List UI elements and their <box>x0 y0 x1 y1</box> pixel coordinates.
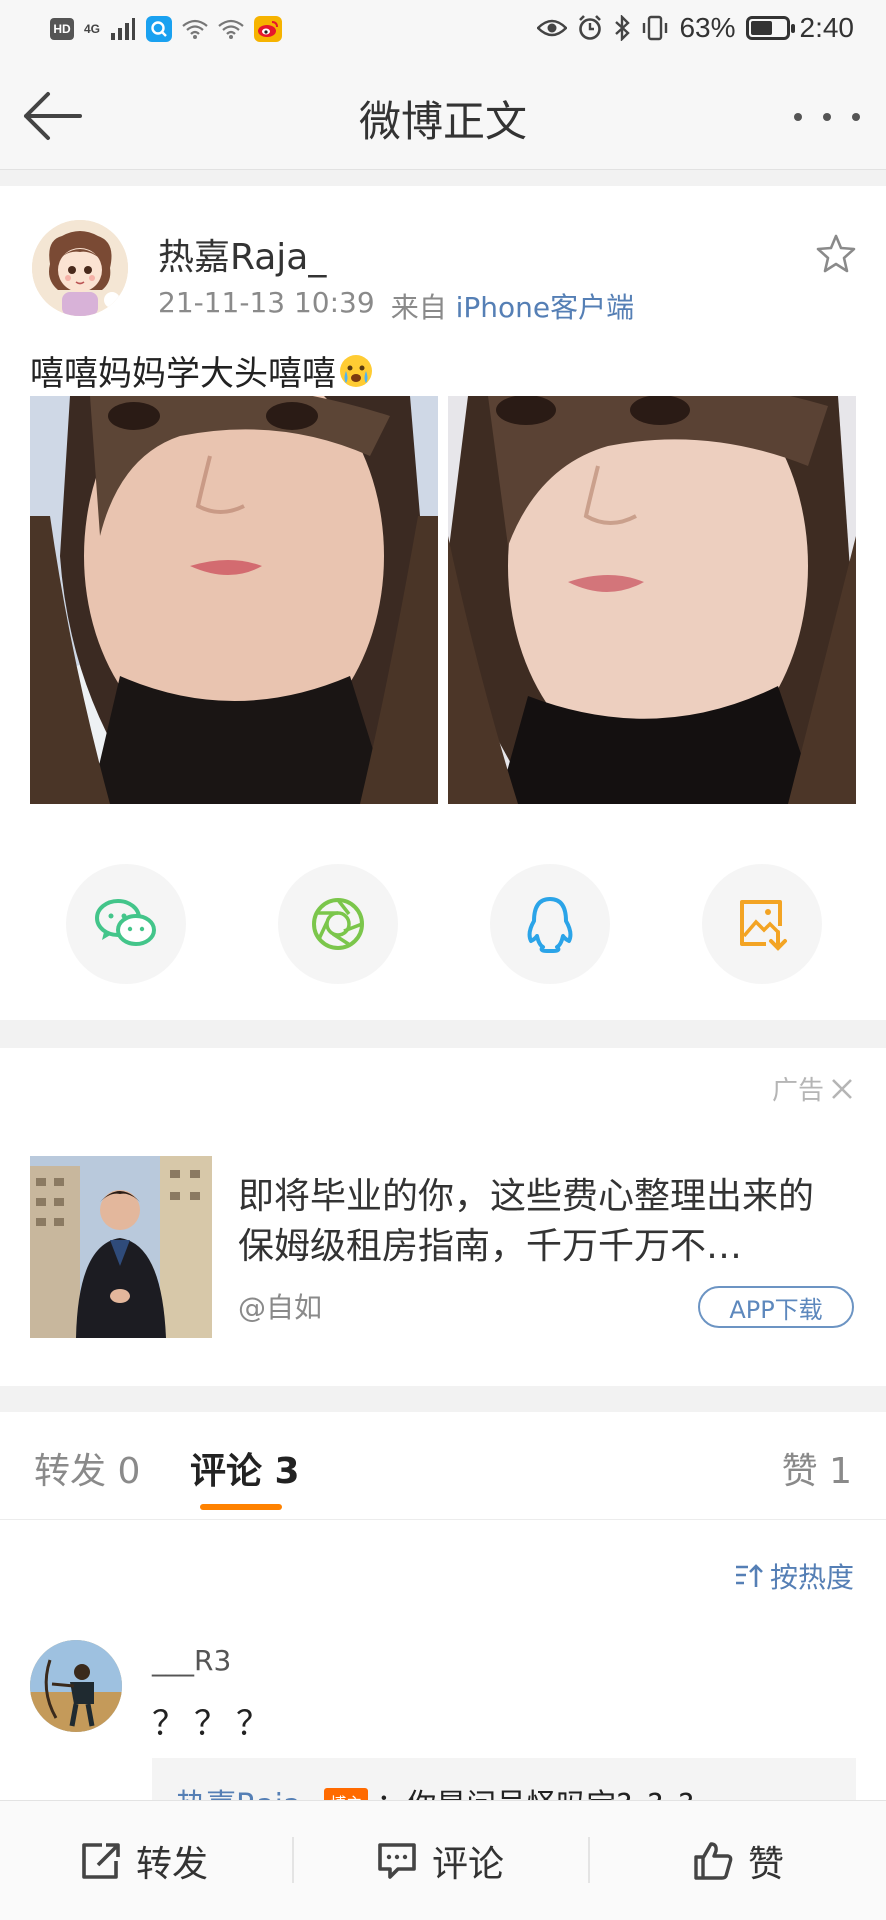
ad-photo <box>30 1156 212 1338</box>
share-qq-button[interactable] <box>490 864 610 984</box>
comment-list: 按热度 ___R3 ？？？ 热嘉Raja_ 博主 <box>0 1520 886 1800</box>
photo-image <box>448 396 856 804</box>
star-icon <box>816 234 856 273</box>
tab-reposts[interactable]: 转发 0 <box>34 1442 140 1494</box>
weibo-post-page: HD 4G 63% 2:40 微博正文 热嘉Raja_ 21-11-13 10:… <box>0 0 886 1920</box>
commenter-name[interactable]: ___R3 <box>152 1644 231 1677</box>
crying-face-emoji <box>340 354 372 387</box>
status-right: 63% 2:40 <box>537 12 854 44</box>
share-moments-button[interactable] <box>278 864 398 984</box>
more-dots-icon <box>852 113 860 121</box>
post-photo-2[interactable] <box>448 396 856 804</box>
thumbs-up-icon <box>694 1842 733 1880</box>
save-image-button[interactable] <box>702 864 822 984</box>
post-photo-1[interactable] <box>30 396 438 804</box>
comment-label: 评论 <box>432 1844 505 1885</box>
repost-icon <box>82 1843 120 1879</box>
post-time: 21-11-13 10:39 <box>158 286 375 319</box>
close-icon <box>832 1078 852 1099</box>
repost-button[interactable]: 转发 <box>80 1801 208 1920</box>
battery-percent: 63% <box>679 12 736 43</box>
post-text-row: 嘻嘻妈妈学大头嘻嘻 <box>30 346 374 395</box>
share-row <box>0 864 886 984</box>
save-image-icon <box>740 900 787 951</box>
ad-image[interactable] <box>30 1156 212 1338</box>
app-download-button[interactable]: APP下载 <box>698 1286 854 1328</box>
wechat-icon <box>95 899 156 946</box>
post-text: 嘻嘻妈妈学大头嘻嘻 <box>30 354 336 394</box>
tab-likes[interactable]: 赞 1 <box>782 1442 852 1494</box>
post-source: 来自 iPhone客户端 <box>391 286 634 326</box>
ad-source: @自如 <box>238 1291 323 1324</box>
qq-icon <box>527 897 573 953</box>
eye-icon <box>537 19 568 37</box>
status-bar: HD 4G 63% 2:40 <box>0 0 886 62</box>
battery-fill <box>750 21 772 35</box>
sort-icon <box>735 1564 763 1587</box>
signal-icon <box>111 18 136 40</box>
active-tab-indicator <box>200 1504 282 1510</box>
sort-by-hot-button[interactable]: 按热度 <box>734 1556 854 1596</box>
ad-title[interactable]: 即将毕业的你，这些费心整理出来的保姆级租房指南，千万千万不… <box>238 1172 844 1272</box>
reply-preview[interactable]: 热嘉Raja_ 博主 ：你是问号怪吗宝?_?_? <box>152 1758 856 1800</box>
reply-text: ：你是问号怪吗宝?_?_? <box>376 1780 694 1800</box>
avatar-illustration <box>32 220 128 316</box>
avatar-photo <box>30 1640 122 1732</box>
like-button[interactable]: 赞 <box>692 1801 784 1920</box>
page-title: 微博正文 <box>358 97 527 146</box>
divider <box>588 1837 590 1883</box>
navigation-bar: 微博正文 <box>0 62 886 170</box>
more-button[interactable] <box>794 102 860 132</box>
comment-text: ？？？ <box>152 1704 278 1744</box>
alarm-icon <box>579 15 602 40</box>
ad-card[interactable]: 广告 即将毕业的你，这些费心整理出来的保姆级租房指南，千万千万不… @自如 AP… <box>0 1048 886 1386</box>
network-type: 4G <box>84 22 101 36</box>
more-dots-icon <box>794 113 802 121</box>
reply-line: 热嘉Raja_ 博主 ：你是问号怪吗宝?_?_? <box>176 1780 694 1800</box>
wifi-icon <box>182 19 208 39</box>
favorite-button[interactable] <box>814 232 858 276</box>
post-meta: 21-11-13 10:39 来自 iPhone客户端 <box>158 286 634 326</box>
battery-icon <box>745 16 795 40</box>
divider <box>292 1837 294 1883</box>
tab-comments[interactable]: 评论 3 <box>190 1442 300 1494</box>
user-name[interactable]: 热嘉Raja_ <box>158 228 326 280</box>
bottom-action-bar: 转发 评论 赞 <box>0 1800 886 1920</box>
reply-user[interactable]: 热嘉Raja_ <box>176 1780 316 1800</box>
source-prefix: 来自 <box>390 291 447 324</box>
hd-icon: HD <box>50 18 74 40</box>
user-avatar[interactable] <box>32 220 128 316</box>
vibrate-icon <box>643 15 668 41</box>
post-tabs: 转发 0 评论 3 赞 1 <box>0 1412 886 1520</box>
comment-button[interactable]: 评论 <box>376 1801 504 1920</box>
post-card: 热嘉Raja_ 21-11-13 10:39 来自 iPhone客户端 嘻嘻妈妈… <box>0 186 886 1020</box>
weibo-app-icon <box>254 16 283 42</box>
commenter-avatar[interactable] <box>30 1640 122 1732</box>
bluetooth-icon <box>615 15 631 41</box>
clock: 2:40 <box>799 12 855 43</box>
ad-label[interactable]: 广告 <box>772 1070 854 1107</box>
repost-label: 转发 <box>136 1844 209 1885</box>
source-link[interactable]: iPhone客户端 <box>456 291 635 324</box>
photo-image <box>30 396 438 804</box>
status-left: HD 4G <box>50 16 283 42</box>
wifi-icon <box>218 19 244 39</box>
like-label: 赞 <box>748 1844 785 1885</box>
q-app-icon <box>146 16 173 42</box>
sort-label: 按热度 <box>769 1561 854 1594</box>
ad-label-text: 广告 <box>771 1076 824 1106</box>
author-badge: 博主 <box>324 1788 369 1800</box>
share-wechat-button[interactable] <box>66 864 186 984</box>
moments-icon <box>312 898 364 950</box>
comment-icon <box>378 1843 416 1879</box>
more-dots-icon <box>823 113 831 121</box>
